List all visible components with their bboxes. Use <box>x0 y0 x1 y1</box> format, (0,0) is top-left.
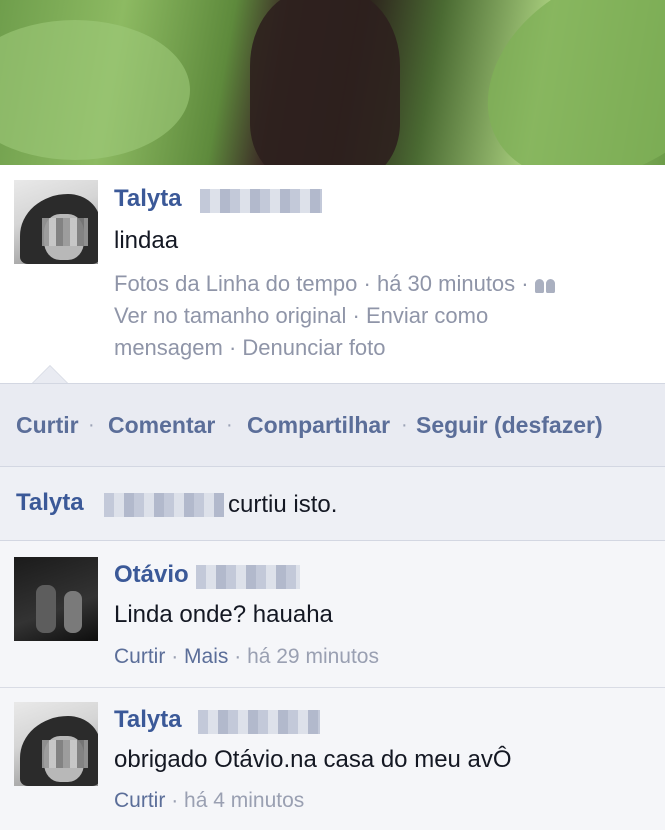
meta-line-3: mensagem · Denunciar foto <box>114 335 386 360</box>
post-time[interactable]: há 30 minutos <box>377 271 515 296</box>
send-as-message-link[interactable]: Enviar como <box>366 303 488 328</box>
name-censor <box>198 710 320 734</box>
commenter-name[interactable]: Otávio <box>114 561 189 589</box>
author-name[interactable]: Talyta <box>114 185 182 213</box>
comment-more-button[interactable]: Mais <box>184 645 228 668</box>
avatar-blur <box>42 218 88 246</box>
like-button[interactable]: Curtir <box>16 412 79 439</box>
author-avatar[interactable] <box>14 180 98 264</box>
post-photo[interactable] <box>0 0 665 165</box>
album-link[interactable]: Fotos da Linha do tempo <box>114 271 357 296</box>
view-original-link[interactable]: Ver no tamanho original <box>114 303 346 328</box>
comment-meta: Curtir · há 4 minutos <box>114 789 305 812</box>
photo-caption-section: Talyta lindaa Fotos da Linha do tempo · … <box>0 165 665 383</box>
likes-text: curtiu isto. <box>228 491 338 518</box>
comment-button[interactable]: Comentar <box>108 412 215 439</box>
share-button[interactable]: Compartilhar <box>247 412 390 439</box>
unfollow-button[interactable]: Seguir (desfazer) <box>416 412 603 439</box>
comment-meta: Curtir · Mais · há 29 minutos <box>114 645 379 668</box>
name-censor <box>104 493 224 517</box>
meta-line-2: Ver no tamanho original · Enviar como <box>114 303 489 328</box>
liker-name[interactable]: Talyta <box>16 489 84 517</box>
commenter-name[interactable]: Talyta <box>114 706 182 734</box>
action-bar-pointer <box>33 366 67 383</box>
comment-like-button[interactable]: Curtir <box>114 645 165 668</box>
meta-line-1: Fotos da Linha do tempo · há 30 minutos … <box>114 268 654 300</box>
comment-time[interactable]: há 4 minutos <box>184 789 304 812</box>
photo-leaf <box>449 0 665 165</box>
avatar-blur <box>42 740 88 768</box>
comment-item: Otávio Linda onde? hauaha Curtir · Mais … <box>0 541 665 688</box>
post-meta: Fotos da Linha do tempo · há 30 minutos … <box>114 268 654 364</box>
audience-friends-icon[interactable] <box>534 277 557 294</box>
commenter-avatar[interactable] <box>14 557 98 641</box>
commenter-avatar[interactable] <box>14 702 98 786</box>
comment-text: obrigado Otávio.na casa do meu avÔ <box>114 746 512 773</box>
report-photo-link[interactable]: Denunciar foto <box>242 335 385 360</box>
photo-foliage <box>0 20 190 160</box>
name-censor <box>196 565 300 589</box>
comment-time[interactable]: há 29 minutos <box>247 645 379 668</box>
send-as-message-link-cont[interactable]: mensagem <box>114 335 223 360</box>
comment-item: Talyta obrigado Otávio.na casa do meu av… <box>0 688 665 830</box>
comment-like-button[interactable]: Curtir <box>114 789 165 812</box>
post-text: lindaa <box>114 227 179 254</box>
name-censor <box>200 189 322 213</box>
action-bar: Curtir · Comentar · Compartilhar · Segui… <box>0 383 665 467</box>
likes-summary: Talyta curtiu isto. <box>0 467 665 541</box>
photo-hair <box>250 0 400 165</box>
comment-text: Linda onde? hauaha <box>114 601 333 628</box>
